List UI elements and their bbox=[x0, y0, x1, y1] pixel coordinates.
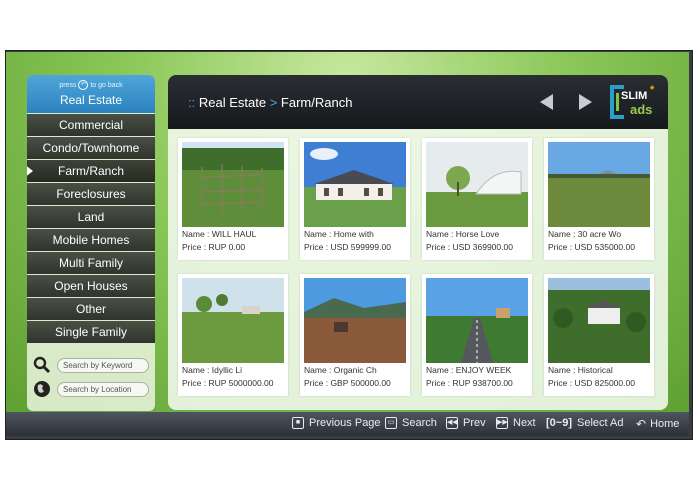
select-ad-label: Select Ad bbox=[577, 417, 624, 429]
listing-photo bbox=[548, 278, 650, 363]
return-icon: ↶ bbox=[78, 80, 89, 90]
breadcrumb-dots: :: bbox=[188, 95, 196, 110]
listing-name: Name : Organic Ch bbox=[304, 365, 377, 375]
breadcrumb-current: Farm/Ranch bbox=[280, 95, 353, 110]
back-hint: press ↶ to go back bbox=[27, 75, 155, 90]
fast-forward-icon: ▶▶ bbox=[496, 417, 508, 429]
listing-photo bbox=[182, 142, 284, 227]
category-foreclosures[interactable]: Foreclosures bbox=[27, 183, 155, 205]
listing-name: Name : WILL HAUL bbox=[182, 229, 257, 239]
listing-price: Price : RUP 0.00 bbox=[182, 242, 246, 252]
listing-photo bbox=[304, 142, 406, 227]
listing-name: Name : ENJOY WEEK bbox=[426, 365, 512, 375]
selection-arrow-icon bbox=[27, 164, 33, 178]
category-mobile-homes[interactable]: Mobile Homes bbox=[27, 229, 155, 251]
breadcrumb-root[interactable]: Real Estate bbox=[199, 95, 266, 110]
listing-card[interactable]: Name : Organic Ch Price : GBP 500000.00 bbox=[300, 274, 410, 396]
previous-page-control[interactable]: ■ Previous Page bbox=[292, 417, 381, 429]
sidebar-title: Real Estate bbox=[59, 93, 123, 107]
listing-name: Name : Horse Love bbox=[426, 229, 500, 239]
listing-price: Price : USD 599999.00 bbox=[304, 242, 391, 252]
number-keys-label: [0~9] bbox=[546, 417, 572, 429]
search-location-button[interactable]: Search by Location bbox=[57, 381, 149, 397]
listing-name: Name : 30 acre Wo bbox=[548, 229, 622, 239]
slim-ads-logo: SLIM * ads bbox=[610, 84, 655, 119]
listing-price: Price : USD 825000.00 bbox=[548, 378, 635, 388]
logo-text: SLIM bbox=[621, 90, 647, 102]
previous-page-label: Previous Page bbox=[309, 417, 381, 429]
listing-name: Name : Historical bbox=[548, 365, 613, 375]
stop-square-icon: ■ bbox=[292, 417, 304, 429]
prev-label: Prev bbox=[463, 417, 486, 429]
listing-card[interactable]: Name : WILL HAUL Price : RUP 0.00 bbox=[178, 138, 288, 260]
back-hint-suffix: to go back bbox=[90, 81, 123, 89]
listing-photo bbox=[426, 278, 528, 363]
listing-card[interactable]: Name : Historical Price : USD 825000.00 bbox=[544, 274, 654, 396]
return-icon: ↶ bbox=[636, 417, 647, 431]
search-keyword-button[interactable]: Search by Keyword bbox=[57, 357, 149, 373]
listing-name: Name : Idyllic Li bbox=[182, 365, 242, 375]
logo-star: * bbox=[650, 84, 655, 96]
search-label: Search bbox=[402, 417, 437, 429]
search-options: Search by Keyword Search by Location bbox=[27, 343, 155, 401]
category-commercial[interactable]: Commercial bbox=[27, 114, 155, 136]
category-other[interactable]: Other bbox=[27, 298, 155, 320]
category-farm-ranch[interactable]: Farm/Ranch bbox=[27, 160, 155, 182]
listing-name: Name : Home with bbox=[304, 229, 374, 239]
prev-control[interactable]: ◀◀ Prev bbox=[446, 417, 486, 429]
globe-icon bbox=[33, 380, 51, 398]
listing-price: Price : RUP 938700.00 bbox=[426, 378, 513, 388]
category-sidebar: press ↶ to go back Real Estate Commercia… bbox=[27, 75, 155, 411]
listing-photo bbox=[182, 278, 284, 363]
logo-sub: ads bbox=[630, 102, 652, 117]
listing-photo bbox=[548, 142, 650, 227]
search-by-location[interactable]: Search by Location bbox=[33, 377, 149, 401]
listing-photo bbox=[304, 278, 406, 363]
listings-panel: :: Real Estate > Farm/Ranch SLIM * ads N… bbox=[168, 75, 668, 410]
search-control[interactable]: ▭ Search bbox=[385, 417, 437, 429]
panel-header: :: Real Estate > Farm/Ranch SLIM * ads bbox=[168, 75, 668, 129]
listing-price: Price : USD 369900.00 bbox=[426, 242, 513, 252]
home-label: Home bbox=[650, 418, 680, 430]
previous-page-arrow-icon[interactable] bbox=[540, 94, 553, 110]
listing-card[interactable]: Name : Horse Love Price : USD 369900.00 bbox=[422, 138, 532, 260]
next-page-arrow-icon[interactable] bbox=[579, 94, 592, 110]
category-open-houses[interactable]: Open Houses bbox=[27, 275, 155, 297]
category-multi-family[interactable]: Multi Family bbox=[27, 252, 155, 274]
listing-price: Price : GBP 500000.00 bbox=[304, 378, 391, 388]
category-farm-ranch-label: Farm/Ranch bbox=[57, 164, 125, 178]
breadcrumb-separator: > bbox=[269, 95, 278, 110]
next-label: Next bbox=[513, 417, 536, 429]
magnifier-icon bbox=[33, 356, 51, 374]
listing-price: Price : RUP 5000000.00 bbox=[182, 378, 274, 388]
category-land[interactable]: Land bbox=[27, 206, 155, 228]
listing-photo bbox=[426, 142, 528, 227]
bottom-control-bar: ■ Previous Page ▭ Search ◀◀ Prev ▶▶ Next… bbox=[6, 412, 689, 436]
rewind-icon: ◀◀ bbox=[446, 417, 458, 429]
listing-card[interactable]: Name : Idyllic Li Price : RUP 5000000.00 bbox=[178, 274, 288, 396]
listing-card[interactable]: Name : Home with Price : USD 599999.00 bbox=[300, 138, 410, 260]
breadcrumb: :: Real Estate > Farm/Ranch bbox=[188, 95, 352, 110]
listing-card[interactable]: Name : 30 acre Wo Price : USD 535000.00 bbox=[544, 138, 654, 260]
search-screen-icon: ▭ bbox=[385, 417, 397, 429]
search-by-keyword[interactable]: Search by Keyword bbox=[33, 353, 149, 377]
category-condo-townhome[interactable]: Condo/Townhome bbox=[27, 137, 155, 159]
next-control[interactable]: ▶▶ Next bbox=[496, 417, 536, 429]
listing-price: Price : USD 535000.00 bbox=[548, 242, 635, 252]
sidebar-header: press ↶ to go back Real Estate bbox=[27, 75, 155, 113]
home-control[interactable]: ↶ Home bbox=[636, 417, 679, 431]
listing-card[interactable]: Name : ENJOY WEEK Price : RUP 938700.00 bbox=[422, 274, 532, 396]
category-single-family[interactable]: Single Family bbox=[27, 321, 155, 343]
back-hint-prefix: press bbox=[59, 81, 77, 89]
select-ad-control[interactable]: [0~9] Select Ad bbox=[546, 417, 623, 429]
